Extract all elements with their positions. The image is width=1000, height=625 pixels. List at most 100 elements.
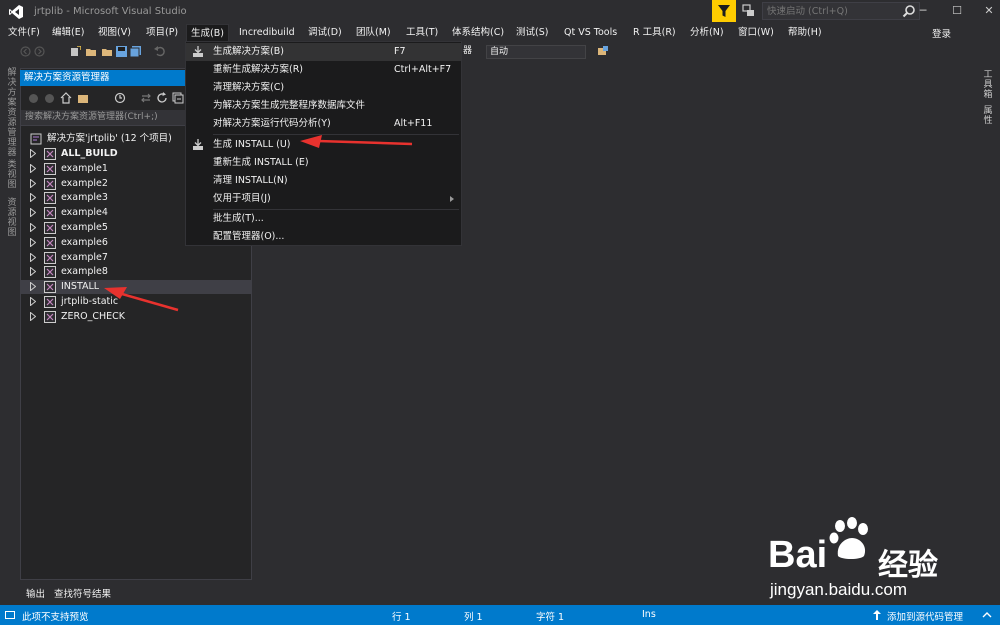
- menu-rebuild-solution-shortcut: Ctrl+Alt+F7: [394, 64, 452, 75]
- menu-tools[interactable]: 工具(T): [402, 24, 442, 42]
- menu-run-code-analysis[interactable]: 对解决方案运行代码分析(Y) Alt+F11: [186, 115, 461, 133]
- menu-qt-vs-tools[interactable]: Qt VS Tools: [560, 24, 621, 42]
- back-icon[interactable]: [28, 93, 39, 104]
- refresh-icon[interactable]: [156, 92, 168, 104]
- project-icon: [44, 266, 56, 279]
- menu-view[interactable]: 视图(V): [94, 24, 135, 42]
- project-node[interactable]: jrtplib-static: [20, 295, 252, 309]
- open-folder-icon[interactable]: [102, 46, 113, 57]
- menu-debug[interactable]: 调试(D): [304, 24, 346, 42]
- close-button[interactable]: ✕: [976, 2, 1000, 22]
- project-label: example4: [61, 207, 108, 219]
- platform-select[interactable]: 自动: [486, 45, 586, 59]
- tab-find-symbol-results[interactable]: 查找符号结果: [54, 586, 111, 600]
- project-node[interactable]: example7: [20, 251, 252, 265]
- quick-launch-input[interactable]: [762, 2, 920, 20]
- build-solution-icon: [193, 46, 203, 57]
- menu-build-solution[interactable]: 生成解决方案(B) F7: [186, 43, 461, 61]
- menu-help[interactable]: 帮助(H): [784, 24, 826, 42]
- project-label: example5: [61, 222, 108, 233]
- menu-build-install[interactable]: 生成 INSTALL (U): [186, 136, 461, 154]
- switch-views-icon[interactable]: [78, 92, 90, 104]
- home-icon[interactable]: [60, 92, 72, 104]
- expand-arrow-icon[interactable]: [30, 297, 36, 306]
- menu-edit[interactable]: 编辑(E): [48, 24, 88, 42]
- menu-window[interactable]: 窗口(W): [734, 24, 778, 42]
- back-icon[interactable]: [20, 46, 31, 57]
- save-icon[interactable]: [116, 46, 127, 57]
- project-icon: [44, 192, 56, 205]
- left-tab-class-view[interactable]: 类视图: [6, 160, 18, 190]
- pending-changes-icon[interactable]: [114, 92, 126, 104]
- menu-generate-pdb[interactable]: 为解决方案生成完整程序数据库文件: [186, 97, 461, 115]
- watermark-brand-b: 经验: [878, 548, 938, 583]
- expand-arrow-icon[interactable]: [30, 193, 36, 203]
- forward-icon[interactable]: [44, 93, 55, 104]
- project-icon: [44, 281, 56, 294]
- expand-arrow-icon[interactable]: [30, 178, 36, 188]
- project-node[interactable]: example8: [20, 265, 252, 279]
- tab-output[interactable]: 输出: [26, 586, 45, 600]
- solution-config-select[interactable]: 器: [460, 45, 484, 59]
- menu-team[interactable]: 团队(M): [352, 24, 395, 42]
- menu-batch-build[interactable]: 批生成(T)...: [186, 210, 461, 228]
- menu-incredibuild[interactable]: Incredibuild: [235, 24, 299, 42]
- expand-arrow-icon[interactable]: [30, 282, 36, 292]
- filter-icon: [718, 5, 730, 17]
- sign-in-link[interactable]: 登录: [932, 26, 951, 40]
- expand-arrow-icon[interactable]: [30, 311, 36, 321]
- menu-rebuild-solution[interactable]: 重新生成解决方案(R) Ctrl+Alt+F7: [186, 61, 461, 79]
- expand-arrow-icon[interactable]: [30, 149, 36, 158]
- menu-clean-install[interactable]: 清理 INSTALL(N): [186, 172, 461, 190]
- status-column: 列 1: [464, 612, 483, 623]
- menu-separator: [213, 134, 459, 135]
- menu-test[interactable]: 测试(S): [512, 24, 552, 42]
- project-node[interactable]: INSTALL: [20, 280, 252, 295]
- add-to-source-control-button[interactable]: 添加到源代码管理: [887, 609, 963, 623]
- menu-project-only-label: 仅用于项目(J): [213, 193, 271, 204]
- expand-arrow-icon[interactable]: [30, 267, 36, 277]
- menu-project[interactable]: 项目(P): [142, 24, 182, 42]
- expand-arrow-icon[interactable]: [30, 223, 36, 232]
- project-node[interactable]: ZERO_CHECK: [20, 310, 252, 324]
- expand-arrow-icon[interactable]: [30, 208, 36, 218]
- minimize-button[interactable]: ─: [910, 2, 936, 22]
- submenu-arrow-icon: [450, 196, 454, 202]
- forward-icon[interactable]: [34, 46, 45, 57]
- feedback-icon[interactable]: [742, 4, 756, 18]
- menu-build-install-label: 生成 INSTALL (U): [213, 139, 291, 150]
- menu-build-solution-label: 生成解决方案(B): [213, 46, 284, 57]
- right-tab-toolbox[interactable]: 工具箱: [982, 70, 994, 100]
- chevron-up-icon[interactable]: [982, 611, 992, 619]
- menu-r-tools[interactable]: R 工具(R): [629, 24, 680, 42]
- new-project-icon[interactable]: [70, 46, 81, 57]
- right-tab-properties[interactable]: 属性: [982, 106, 994, 126]
- menu-analyze[interactable]: 分析(N): [686, 24, 728, 42]
- project-icon: [44, 251, 56, 264]
- menu-file[interactable]: 文件(F): [4, 24, 44, 42]
- notification-filter-button[interactable]: [712, 0, 736, 22]
- left-tab-resource-view[interactable]: 资源视图: [6, 198, 18, 238]
- maximize-button[interactable]: ☐: [944, 2, 970, 22]
- sync-icon[interactable]: [140, 92, 152, 104]
- menu-project-only[interactable]: 仅用于项目(J): [186, 190, 461, 208]
- save-all-icon[interactable]: [130, 46, 141, 57]
- undo-icon[interactable]: [154, 46, 165, 57]
- message-icon: [5, 611, 15, 619]
- menu-clean-solution[interactable]: 清理解决方案(C): [186, 79, 461, 97]
- menu-architecture[interactable]: 体系结构(C): [448, 24, 508, 42]
- menu-clean-solution-label: 清理解决方案(C): [213, 82, 285, 93]
- menu-configuration-manager[interactable]: 配置管理器(O)...: [186, 228, 461, 246]
- attach-icon[interactable]: [598, 46, 609, 57]
- left-tab-solution-explorer[interactable]: 解决方案资源管理器: [6, 68, 18, 158]
- project-icon: [44, 236, 56, 249]
- project-icon: [44, 222, 56, 234]
- menu-build[interactable]: 生成(B): [186, 24, 229, 42]
- expand-arrow-icon[interactable]: [30, 163, 36, 173]
- expand-arrow-icon[interactable]: [30, 237, 36, 247]
- open-file-icon[interactable]: [86, 46, 97, 57]
- collapse-all-icon[interactable]: [172, 92, 184, 104]
- menu-rebuild-install[interactable]: 重新生成 INSTALL (E): [186, 154, 461, 172]
- status-line: 行 1: [392, 612, 411, 623]
- expand-arrow-icon[interactable]: [30, 252, 36, 262]
